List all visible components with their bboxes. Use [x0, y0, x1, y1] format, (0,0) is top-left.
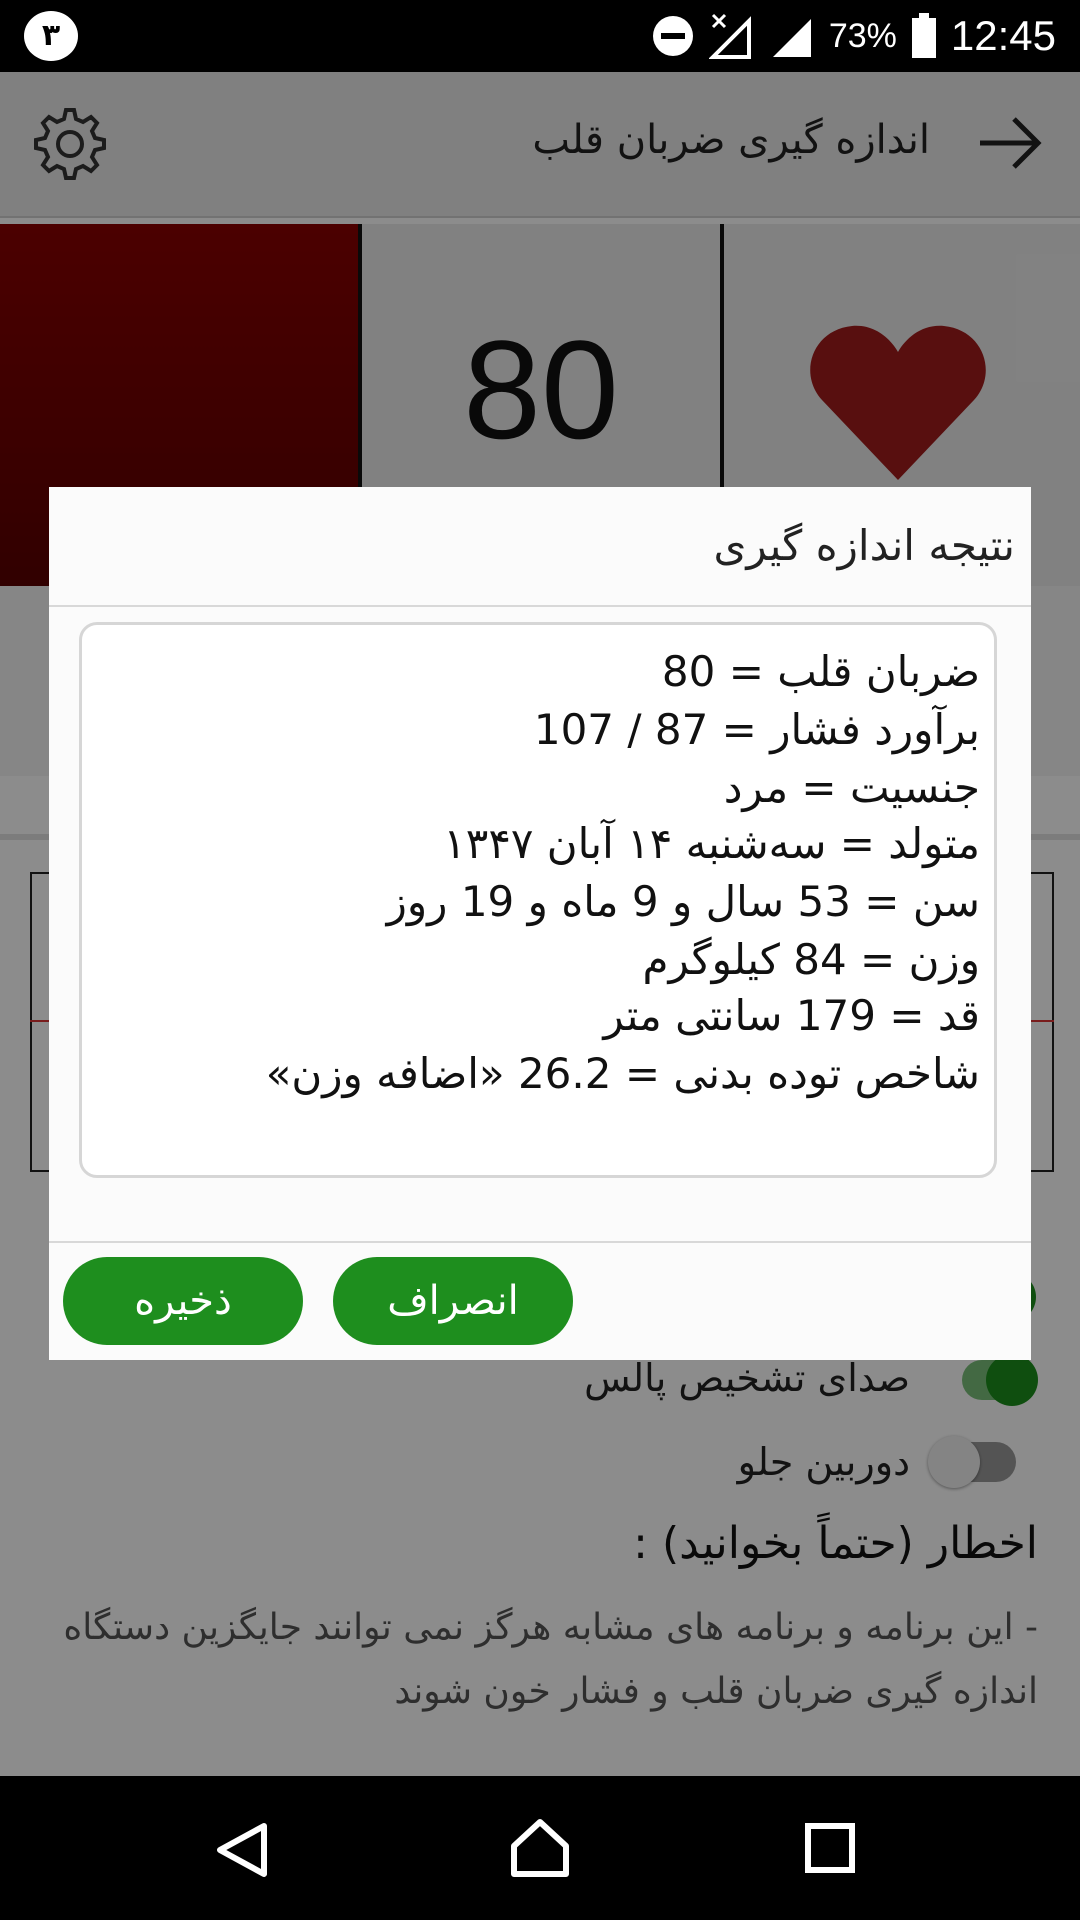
navigation-bar [0, 1776, 1080, 1920]
result-dialog: نتیجه اندازه گیری ضربان قلب = 80 برآورد … [49, 487, 1031, 1360]
battery-percent: 73% [828, 16, 897, 55]
home-icon[interactable] [508, 1816, 572, 1880]
result-box: ضربان قلب = 80 برآورد فشار = 87 / 107 جن… [79, 622, 997, 1178]
result-line-bmi: شاخص توده بدنی = 26.2 «اضافه وزن» [265, 1049, 980, 1098]
cancel-button[interactable]: انصراف [333, 1257, 573, 1345]
status-bar: ٣ 73% 12:45 [0, 0, 1080, 72]
dialog-title: نتیجه اندازه گیری [713, 521, 1015, 570]
result-line-weight: وزن = 84 کیلوگرم [642, 935, 980, 984]
save-button[interactable]: ذخیره [63, 1257, 303, 1345]
result-line-gender: جنسیت = مرد [723, 763, 980, 812]
divider [49, 1241, 1031, 1243]
battery-icon [911, 13, 936, 58]
result-line-blood-pressure: برآورد فشار = 87 / 107 [533, 705, 980, 754]
no-signal-icon [708, 13, 751, 59]
notification-badge: ٣ [24, 11, 78, 61]
result-line-age: سن = 53 سال و 9 ماه و 19 روز [386, 877, 980, 926]
dialog-header: نتیجه اندازه گیری [49, 487, 1031, 607]
result-line-height: قد = 179 سانتی متر [603, 991, 980, 1040]
dnd-icon [652, 16, 693, 56]
back-triangle-icon[interactable] [214, 1822, 270, 1878]
recents-icon[interactable] [804, 1822, 856, 1874]
clock: 12:45 [950, 12, 1056, 59]
result-line-heart-rate: ضربان قلب = 80 [661, 647, 980, 696]
result-line-birthdate: متولد = سه‌شنبه ۱۴ آبان ۱۳۴۷ [443, 819, 980, 868]
status-icons: 73% 12:45 [651, 0, 1056, 72]
signal-icon [772, 19, 811, 57]
